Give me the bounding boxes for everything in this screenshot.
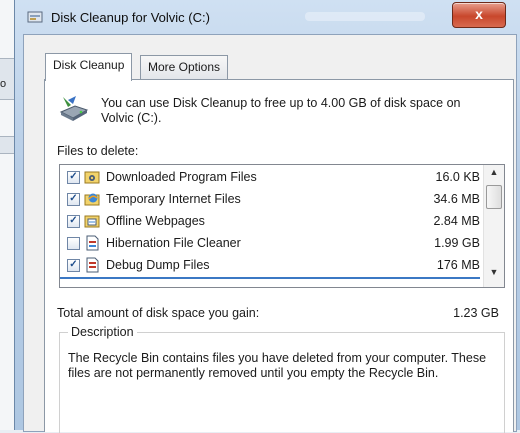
list-item[interactable]: ✓ Temporary Internet Files 34.6 MB (60, 189, 480, 211)
debug-dump-icon (86, 257, 99, 273)
file-checkbox[interactable] (67, 237, 80, 250)
dialog-client-area: Disk Cleanup More Options You can use Di… (23, 34, 517, 433)
window-title: Disk Cleanup for Volvic (C:) (51, 10, 210, 25)
list-item[interactable]: ✓ Debug Dump Files 176 MB (60, 255, 480, 279)
file-size: 176 MB (436, 258, 480, 272)
title-bar[interactable]: Disk Cleanup for Volvic (C:) x (15, 0, 520, 34)
tab-more-options[interactable]: More Options (140, 55, 229, 79)
close-button[interactable]: x (452, 2, 506, 28)
list-item[interactable]: ✓ Downloaded Program Files 16.0 KB (60, 167, 480, 189)
file-size: 16.0 KB (435, 170, 480, 184)
tab-panel: You can use Disk Cleanup to free up to 4… (44, 79, 514, 433)
file-checkbox[interactable]: ✓ (67, 171, 80, 184)
list-item[interactable]: ✓ Offline Webpages 2.84 MB (60, 211, 480, 233)
drive-cleanup-icon (59, 96, 89, 121)
scroll-down-arrow-icon[interactable]: ▼ (484, 267, 504, 281)
file-size: 34.6 MB (433, 192, 480, 206)
file-checkbox[interactable]: ✓ (67, 259, 80, 272)
file-name: Temporary Internet Files (106, 192, 241, 206)
scroll-up-arrow-icon[interactable]: ▲ (484, 167, 504, 181)
title-bar-ghost (305, 12, 425, 21)
background-text-fragment: o (0, 78, 7, 90)
folder-gear-icon (84, 171, 100, 184)
total-space-label: Total amount of disk space you gain: (57, 306, 260, 320)
scroll-thumb[interactable] (486, 185, 502, 209)
total-space-value: 1.23 GB (453, 306, 499, 320)
file-name: Downloaded Program Files (106, 170, 257, 184)
hibernation-file-icon (86, 235, 99, 251)
file-size: 1.99 GB (434, 236, 480, 250)
list-item[interactable]: Hibernation File Cleaner 1.99 GB (60, 233, 480, 255)
info-text: You can use Disk Cleanup to free up to 4… (101, 96, 461, 125)
background-toolbar-strip-2 (0, 136, 14, 154)
background-window: o (0, 0, 15, 430)
internet-files-icon (84, 193, 100, 206)
file-size: 2.84 MB (433, 214, 480, 228)
file-checkbox[interactable]: ✓ (67, 193, 80, 206)
file-name: Hibernation File Cleaner (106, 236, 241, 250)
files-list[interactable]: ✓ Downloaded Program Files 16.0 KB ✓ Tem… (59, 164, 505, 288)
disk-cleanup-dialog: Disk Cleanup for Volvic (C:) x Disk Clea… (14, 0, 520, 433)
description-legend: Description (68, 325, 137, 339)
tab-disk-cleanup[interactable]: Disk Cleanup (45, 53, 133, 81)
description-group: Description The Recycle Bin contains fil… (59, 325, 505, 433)
description-text: The Recycle Bin contains files you have … (68, 351, 487, 380)
files-to-delete-label: Files to delete: (57, 144, 139, 158)
offline-webpage-icon (84, 215, 100, 228)
file-checkbox[interactable]: ✓ (67, 215, 80, 228)
list-scrollbar[interactable]: ▲ ▼ (483, 165, 504, 287)
disk-cleanup-icon (27, 11, 43, 23)
file-name: Debug Dump Files (106, 258, 210, 272)
file-name: Offline Webpages (106, 214, 205, 228)
